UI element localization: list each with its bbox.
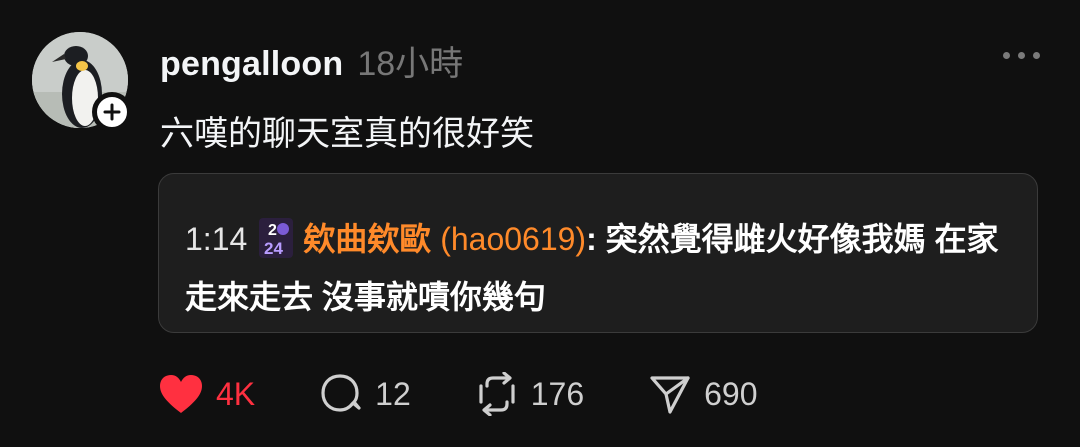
like-count: 4K — [216, 375, 256, 412]
like-button[interactable]: 4K — [158, 373, 255, 415]
action-bar: 4K 12 176 690 — [158, 372, 822, 416]
repost-icon — [479, 372, 515, 416]
comment-count: 12 — [375, 375, 411, 412]
share-count: 690 — [704, 375, 758, 412]
badge-bottom-text: 24 — [264, 239, 283, 258]
send-icon — [650, 376, 690, 414]
chat-time: 1:14 — [185, 221, 248, 257]
chat-separator: : — [586, 221, 597, 257]
follow-plus-button[interactable] — [92, 92, 132, 132]
more-dot-icon — [1033, 52, 1040, 59]
timestamp: 18小時 — [357, 45, 464, 83]
badge-top-text: 2 — [268, 222, 277, 239]
more-dot-icon — [1003, 52, 1010, 59]
more-options-button[interactable] — [1003, 52, 1040, 59]
heart-icon — [160, 375, 202, 413]
repost-button[interactable]: 176 — [475, 372, 584, 416]
subscriber-badge-icon: 2 24 — [259, 218, 294, 258]
comment-button[interactable]: 12 — [319, 372, 411, 416]
chat-author-id[interactable]: (hao0619) — [440, 221, 586, 257]
quoted-chat-card[interactable]: 1:14 2 24 欸曲欸歐 (hao0619): 突然覺得雌火好像我媽 在家走… — [158, 173, 1038, 333]
share-button[interactable]: 690 — [648, 372, 758, 416]
repost-count: 176 — [530, 375, 585, 412]
chat-message: 1:14 2 24 欸曲欸歐 (hao0619): 突然覺得雌火好像我媽 在家走… — [185, 210, 1005, 326]
post-text: 六嘆的聊天室真的很好笑 — [160, 115, 534, 153]
post-header: pengalloon 18小時 — [160, 36, 463, 85]
comment-bubble-icon — [321, 374, 361, 412]
avatar-wrapper[interactable] — [32, 32, 132, 132]
plus-icon — [103, 103, 121, 121]
username[interactable]: pengalloon — [160, 45, 343, 84]
chat-author-name[interactable]: 欸曲欸歐 — [303, 221, 431, 257]
more-dot-icon — [1018, 52, 1025, 59]
